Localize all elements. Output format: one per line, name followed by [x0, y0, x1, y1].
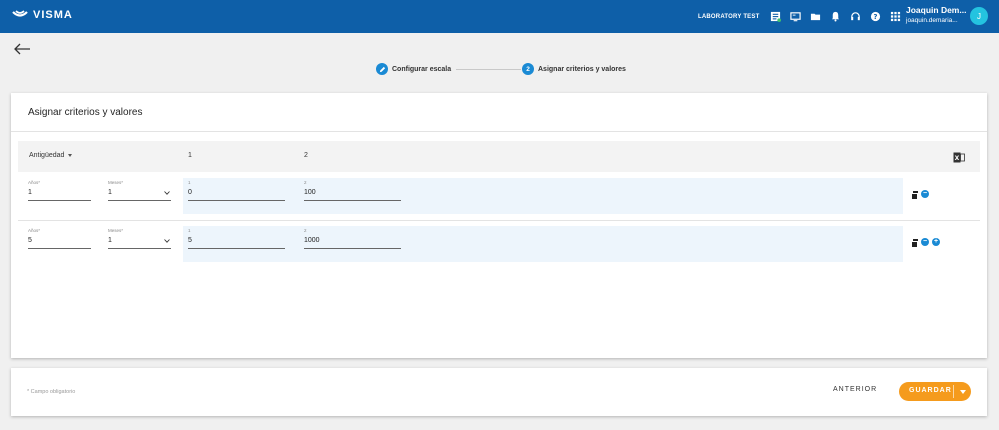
step-configurar-escala[interactable]: Configurar escala [376, 63, 451, 75]
user-menu[interactable]: Joaquin Dem... joaquin.demaria... [906, 5, 966, 24]
field-label: 1 [188, 228, 191, 233]
field-value[interactable]: 1 [108, 237, 171, 246]
value-2-field[interactable]: 2 100 [304, 180, 401, 201]
row-actions: − + [911, 238, 940, 248]
chevron-down-icon[interactable] [164, 191, 170, 195]
save-button[interactable]: GUARDAR [899, 382, 971, 401]
field-value[interactable]: 1000 [304, 237, 401, 246]
report-icon[interactable] [769, 11, 781, 23]
field-underline [304, 200, 401, 201]
column-label: Antigüedad [29, 152, 65, 159]
field-label: Años* [28, 180, 41, 185]
copy-icon[interactable] [911, 190, 918, 200]
criteria-card: Asignar criterios y valores Antigüedad 1… [11, 93, 987, 358]
pencil-icon [376, 63, 388, 75]
field-value[interactable]: 5 [188, 237, 285, 246]
excel-export-icon[interactable]: X [953, 150, 965, 163]
step-asignar-criterios[interactable]: 2 Asignar criterios y valores [522, 63, 626, 75]
value-1-field[interactable]: 1 0 [188, 180, 285, 201]
values-area [183, 178, 903, 214]
remove-row-icon[interactable]: − [921, 190, 929, 198]
anios-field[interactable]: Años* 5 [28, 228, 91, 249]
divider [953, 385, 954, 398]
table-row: Años* 1 Meses* 1 1 0 2 100 − [18, 173, 980, 219]
visma-swoosh-icon [12, 10, 28, 17]
user-name: Joaquin Dem... [906, 5, 967, 15]
caret-down-icon[interactable] [960, 390, 966, 394]
value-1-field[interactable]: 1 5 [188, 228, 285, 249]
copy-icon[interactable] [911, 238, 918, 248]
table-header: Antigüedad 1 2 X [18, 141, 980, 172]
card-title: Asignar criterios y valores [28, 107, 143, 118]
step-number: 2 [522, 63, 534, 75]
divider [11, 131, 987, 132]
visma-logo[interactable]: VISMA [12, 9, 73, 21]
value-2-field[interactable]: 2 1000 [304, 228, 401, 249]
row-actions: − [911, 190, 929, 200]
meses-select[interactable]: Meses* 1 [108, 180, 171, 201]
stepper: Configurar escala 2 Asignar criterios y … [376, 63, 636, 77]
field-underline [28, 200, 91, 201]
step-label: Configurar escala [392, 65, 452, 73]
footer-bar: * Campo obligatorio ANTERIOR GUARDAR [11, 368, 987, 416]
field-underline [304, 248, 401, 249]
field-label: 1 [188, 180, 191, 185]
field-value[interactable]: 1 [108, 189, 171, 198]
field-underline [28, 248, 91, 249]
help-icon[interactable]: ? [869, 11, 881, 23]
field-value[interactable]: 100 [304, 189, 401, 198]
add-row-icon[interactable]: + [932, 238, 940, 246]
meses-select[interactable]: Meses* 1 [108, 228, 171, 249]
save-button-label: GUARDAR [909, 387, 952, 394]
required-note: * Campo obligatorio [27, 389, 76, 395]
anios-field[interactable]: Años* 1 [28, 180, 91, 201]
svg-text:?: ? [873, 13, 877, 21]
apps-grid-icon[interactable] [889, 11, 901, 23]
top-bar: VISMA LABORATORY TEST ? Joaquin Dem... j… [0, 0, 999, 33]
bell-icon[interactable] [829, 11, 841, 23]
field-label: Meses* [108, 180, 124, 185]
field-value[interactable]: 5 [28, 237, 91, 246]
table-row: Años* 5 Meses* 1 1 5 2 1000 − + [18, 220, 980, 266]
field-label: Años* [28, 228, 41, 233]
folder-icon[interactable] [809, 11, 821, 23]
field-label: Meses* [108, 228, 124, 233]
field-label: 2 [304, 180, 307, 185]
svg-text:X: X [955, 155, 960, 162]
field-underline [108, 248, 171, 249]
headset-icon[interactable] [849, 11, 861, 23]
field-underline [188, 248, 285, 249]
user-email: joaquin.demaria... [906, 17, 958, 24]
column-antiguedad[interactable]: Antigüedad [29, 152, 73, 159]
column-1: 1 [188, 152, 192, 159]
field-label: 2 [304, 228, 307, 233]
chevron-down-icon[interactable] [164, 239, 170, 243]
field-value[interactable]: 1 [28, 189, 91, 198]
field-underline [108, 200, 171, 201]
field-underline [188, 200, 285, 201]
brand-name: VISMA [33, 9, 73, 21]
step-label: Asignar criterios y valores [538, 65, 626, 73]
field-value[interactable]: 0 [188, 189, 285, 198]
avatar[interactable]: J [970, 7, 988, 25]
remove-row-icon[interactable]: − [921, 238, 929, 246]
monitor-icon[interactable] [789, 11, 801, 23]
column-2: 2 [304, 152, 308, 159]
step-connector [456, 69, 521, 70]
values-area [183, 226, 903, 262]
back-arrow-icon[interactable] [13, 42, 31, 56]
previous-button[interactable]: ANTERIOR [833, 386, 877, 393]
sort-down-icon [68, 153, 73, 157]
environment-label: LABORATORY TEST [698, 13, 760, 20]
